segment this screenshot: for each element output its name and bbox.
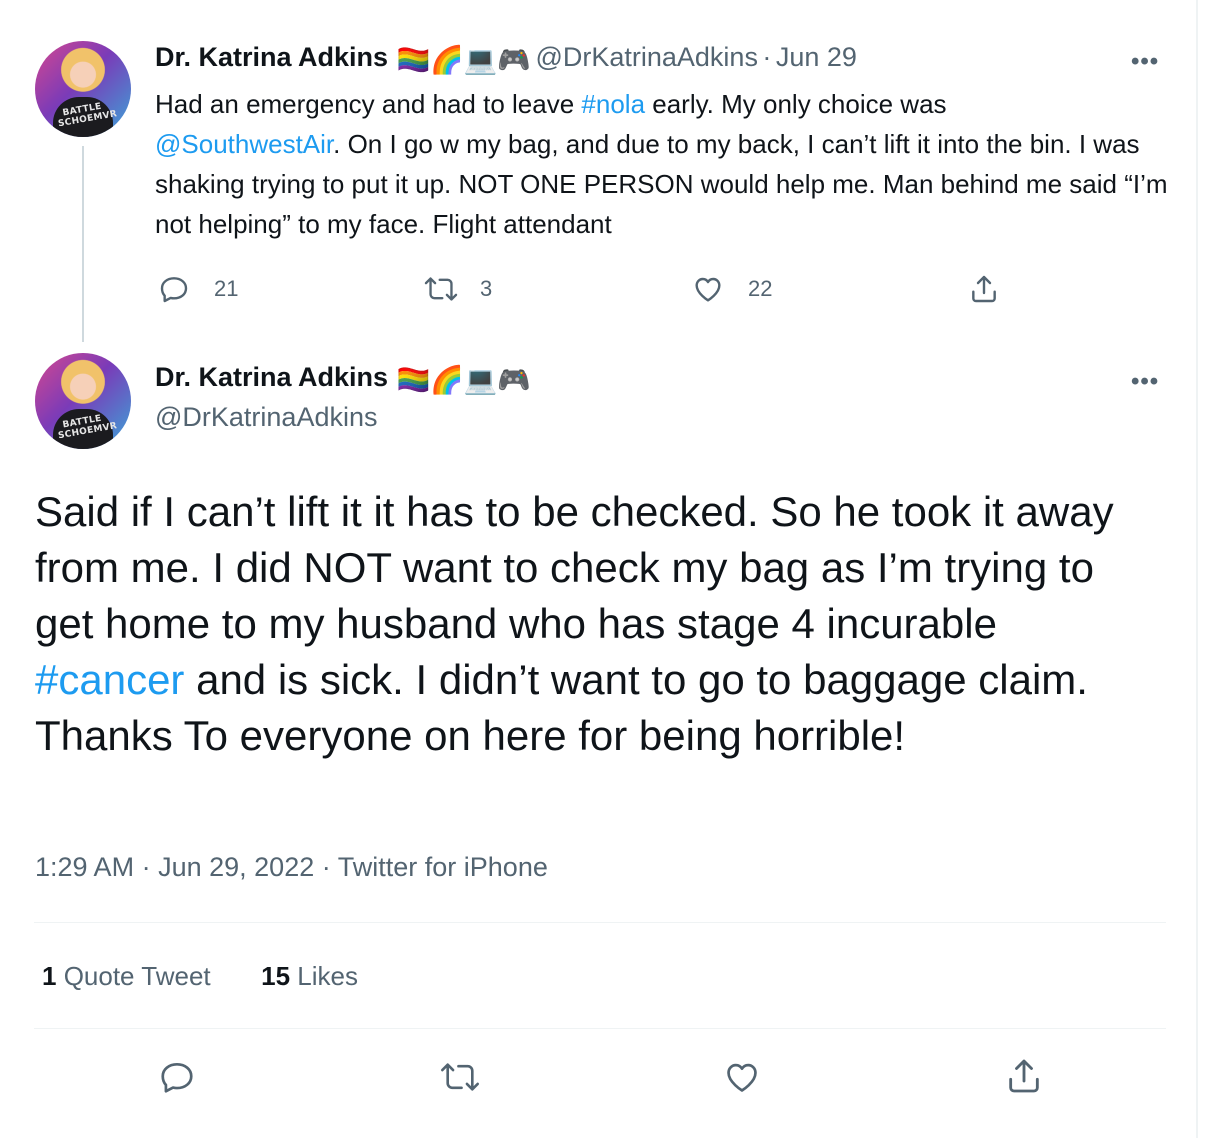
tweet-source[interactable]: Twitter for iPhone (338, 852, 548, 882)
tweet-full-date[interactable]: Jun 29, 2022 (158, 852, 314, 882)
tweet-time[interactable]: 1:29 AM (35, 852, 134, 882)
heart-icon (727, 1063, 757, 1092)
likes-stat[interactable]: 15 Likes (261, 961, 358, 991)
share-icon (1009, 1059, 1039, 1093)
retweet-count: 3 (480, 276, 493, 301)
tweet-metadata: 1:29 AM · Jun 29, 2022 · Twitter for iPh… (35, 852, 548, 883)
mention-link[interactable]: @SouthwestAir (155, 129, 333, 159)
column-border (1196, 0, 1198, 1138)
tweet-text: Had an emergency and had to leave #nola … (155, 84, 1175, 244)
more-options-icon[interactable]: ••• (1131, 368, 1159, 396)
avatar[interactable]: BATTLE SCHOEMVR (35, 41, 131, 137)
likes-label: Likes (290, 961, 358, 991)
tweet-header: Dr. Katrina Adkins 🏳️‍🌈🌈💻🎮 @DrKatrinaAdk… (155, 42, 857, 76)
meta-separator: · (321, 852, 331, 882)
reply-button[interactable]: 21 (158, 273, 238, 305)
divider (34, 922, 1166, 923)
tweet-text-segment: and is sick. I didn’t want to go to bagg… (35, 656, 1088, 759)
author-emojis: 🏳️‍🌈🌈💻🎮 (396, 365, 531, 395)
more-options-icon[interactable]: ••• (1131, 48, 1159, 76)
retweet-icon (424, 277, 458, 301)
reply-count: 21 (214, 276, 239, 301)
author-emojis: 🏳️‍🌈🌈💻🎮 (396, 45, 531, 75)
quote-tweets-stat[interactable]: 1 Quote Tweet (42, 961, 211, 991)
divider (34, 1028, 1166, 1029)
like-button[interactable]: 22 (692, 273, 772, 305)
reply-button[interactable] (158, 1058, 220, 1096)
share-icon (972, 275, 996, 303)
hashtag-link[interactable]: #nola (581, 89, 645, 119)
retweet-icon (441, 1063, 479, 1091)
likes-count: 15 (261, 961, 291, 991)
author-name[interactable]: Dr. Katrina Adkins (155, 42, 388, 72)
like-button[interactable] (722, 1058, 786, 1096)
thread-line (82, 146, 84, 342)
retweet-button[interactable] (440, 1058, 504, 1096)
header-separator: · (762, 42, 772, 72)
tweet-text: Said if I can’t lift it it has to be che… (35, 484, 1145, 764)
hashtag-link[interactable]: #cancer (35, 656, 184, 703)
tweet-text-segment: Said if I can’t lift it it has to be che… (35, 488, 1114, 647)
quote-count: 1 (42, 961, 57, 991)
tweet-header: Dr. Katrina Adkins 🏳️‍🌈🌈💻🎮 (155, 362, 531, 396)
like-count: 22 (748, 276, 773, 301)
author-handle[interactable]: @DrKatrinaAdkins (535, 42, 758, 72)
tweet-date[interactable]: Jun 29 (776, 42, 857, 72)
avatar[interactable]: BATTLE SCHOEMVR (35, 353, 131, 449)
share-button[interactable] (1004, 1056, 1068, 1096)
retweet-button[interactable]: 3 (424, 273, 492, 305)
meta-separator: · (141, 852, 151, 882)
tweet-text-segment: early. My only choice was (645, 89, 947, 119)
author-handle[interactable]: @DrKatrinaAdkins (155, 402, 378, 433)
quote-label: Quote Tweet (56, 961, 211, 991)
tweet-stats: 1 Quote Tweet 15 Likes (42, 961, 358, 992)
author-name[interactable]: Dr. Katrina Adkins (155, 362, 388, 392)
reply-icon (160, 277, 188, 303)
share-button[interactable] (968, 273, 1024, 305)
tweet-text-segment: Had an emergency and had to leave (155, 89, 582, 119)
heart-icon (695, 277, 721, 302)
reply-icon (161, 1062, 193, 1093)
